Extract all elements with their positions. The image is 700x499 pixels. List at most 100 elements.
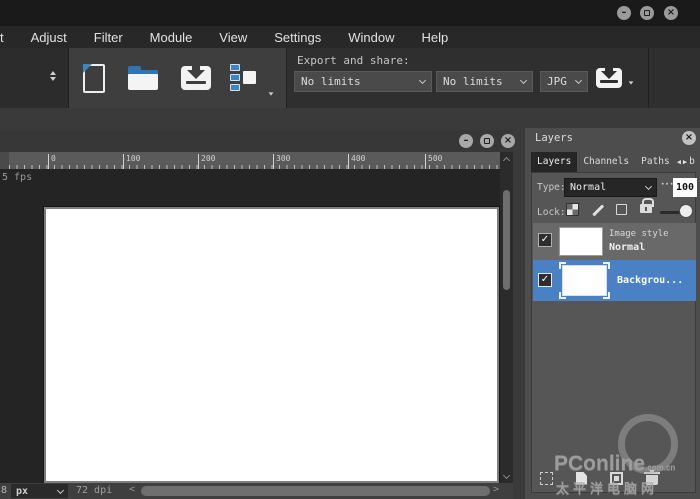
menu-bar: t Adjust Filter Module View Settings Win… xyxy=(0,26,700,48)
tab-layers[interactable]: Layers xyxy=(531,152,577,172)
maximize-icon xyxy=(644,10,650,16)
vertical-scrollbar[interactable] xyxy=(500,152,513,483)
selection-corner-icon xyxy=(559,292,566,299)
delete-layer-button[interactable] xyxy=(646,471,658,485)
application-window: – × t Adjust Filter Module View Settings… xyxy=(0,0,700,499)
scroll-right-button[interactable]: > xyxy=(493,484,499,495)
dashed-selection-icon xyxy=(540,472,553,485)
layer-visibility-checkbox[interactable]: ✓ xyxy=(538,273,552,287)
tab-clipped[interactable]: b xyxy=(688,152,700,172)
menu-item-module[interactable]: Module xyxy=(150,30,193,45)
blend-mode-dropdown[interactable]: Normal xyxy=(564,178,657,197)
fps-indicator: 5 fps xyxy=(2,172,32,183)
layer-visibility-checkbox[interactable]: ✓ xyxy=(538,233,552,247)
chevron-down-icon xyxy=(57,486,64,493)
drawing-canvas[interactable] xyxy=(44,207,499,483)
new-layer-button[interactable] xyxy=(576,472,587,485)
scroll-down-button[interactable] xyxy=(500,469,513,483)
ruler-tick: 200 xyxy=(198,154,215,169)
padlock-icon xyxy=(640,204,652,213)
export-button[interactable] xyxy=(596,68,622,88)
module-button[interactable] xyxy=(222,58,262,98)
layer-name: Backgrou... xyxy=(617,275,683,286)
duplicate-layer-button[interactable] xyxy=(610,472,623,485)
menu-item-view[interactable]: View xyxy=(219,30,247,45)
select-region-button[interactable] xyxy=(540,472,553,485)
layer-thumbnail[interactable] xyxy=(559,227,603,256)
lock-position-button[interactable] xyxy=(616,204,627,215)
menu-item-adjust[interactable]: Adjust xyxy=(31,30,67,45)
opacity-input[interactable]: 100 xyxy=(673,178,697,197)
minimize-icon: – xyxy=(622,8,627,18)
document-minimize-button[interactable]: – xyxy=(459,134,473,148)
type-label: Type: xyxy=(537,182,566,193)
chevron-down-icon xyxy=(575,77,582,84)
layer-list: ✓ Image style Normal ✓ xyxy=(533,223,696,301)
lock-label: Lock: xyxy=(537,207,566,218)
tab-paths[interactable]: Paths xyxy=(635,152,676,172)
toolbar-icon-group xyxy=(69,48,286,108)
arrow-down-icon xyxy=(629,81,634,84)
layer-thumbnail[interactable] xyxy=(562,265,607,296)
chevron-down-icon xyxy=(503,471,510,478)
layer-mode: Normal xyxy=(609,242,645,253)
new-document-icon xyxy=(83,64,105,93)
lock-transparency-button[interactable] xyxy=(566,203,579,216)
open-file-button[interactable] xyxy=(123,58,163,98)
horizontal-scrollbar-thumb[interactable] xyxy=(141,486,490,496)
menu-item-clipped[interactable]: t xyxy=(0,30,4,45)
close-icon: × xyxy=(504,136,512,146)
scroll-up-button[interactable] xyxy=(500,152,513,166)
selection-corner-icon xyxy=(603,262,610,269)
layers-panel-close-button[interactable]: × xyxy=(682,131,696,145)
size-value-fragment: 8 xyxy=(1,485,7,496)
export-icon xyxy=(596,68,622,88)
tab-channels[interactable]: Channels xyxy=(577,152,635,172)
document-titlebar: – × xyxy=(0,130,513,152)
scroll-left-button[interactable]: < xyxy=(129,484,135,495)
close-icon: × xyxy=(667,8,675,18)
menu-item-filter[interactable]: Filter xyxy=(94,30,123,45)
blend-mode-value: Normal xyxy=(570,182,606,193)
document-close-button[interactable]: × xyxy=(501,134,515,148)
chevron-up-icon xyxy=(503,156,510,163)
selection-corner-icon xyxy=(559,262,566,269)
lock-all-button[interactable] xyxy=(640,197,652,213)
export-format-dropdown[interactable]: JPG xyxy=(540,71,588,92)
menu-item-window[interactable]: Window xyxy=(348,30,394,45)
save-icon xyxy=(181,66,211,90)
close-button[interactable]: × xyxy=(664,6,678,20)
export-quality-dropdown[interactable]: No limits xyxy=(436,71,533,92)
menu-item-help[interactable]: Help xyxy=(421,30,448,45)
layer-actions xyxy=(540,471,658,485)
maximize-button[interactable] xyxy=(640,6,654,20)
chevron-down-icon xyxy=(419,77,426,84)
chevron-down-icon xyxy=(520,77,527,84)
opacity-slider-knob[interactable] xyxy=(679,204,693,218)
vertical-scrollbar-thumb[interactable] xyxy=(503,190,510,290)
minimize-button[interactable]: – xyxy=(617,6,631,20)
canvas-viewport[interactable]: 5 fps xyxy=(0,169,500,483)
unit-dropdown[interactable]: px xyxy=(11,484,68,498)
save-button[interactable] xyxy=(176,58,216,98)
toolbar-expand-button[interactable] xyxy=(50,71,56,81)
layers-panel-body: Type: Normal ··· 100 Lock: xyxy=(531,172,696,493)
export-size-dropdown[interactable]: No limits xyxy=(294,71,432,92)
export-options-button[interactable] xyxy=(629,81,634,84)
layer-row-image-style[interactable]: ✓ Image style Normal xyxy=(533,223,696,260)
document-maximize-button[interactable] xyxy=(480,134,494,148)
export-size-value: No limits xyxy=(301,75,361,88)
layer-row-background-selected[interactable]: ✓ Backgrou... xyxy=(533,260,696,301)
maximize-icon xyxy=(484,138,490,144)
lock-paint-button[interactable] xyxy=(591,209,605,212)
check-icon: ✓ xyxy=(541,274,549,285)
export-quality-value: No limits xyxy=(443,75,503,88)
menu-item-settings[interactable]: Settings xyxy=(274,30,321,45)
frame-icon xyxy=(616,204,627,215)
duplicate-icon xyxy=(610,472,623,485)
module-options-button[interactable] xyxy=(269,92,274,95)
open-folder-icon xyxy=(128,66,158,90)
brush-icon xyxy=(592,204,604,216)
transparency-checker-icon xyxy=(566,203,579,216)
new-document-button[interactable] xyxy=(74,58,114,98)
